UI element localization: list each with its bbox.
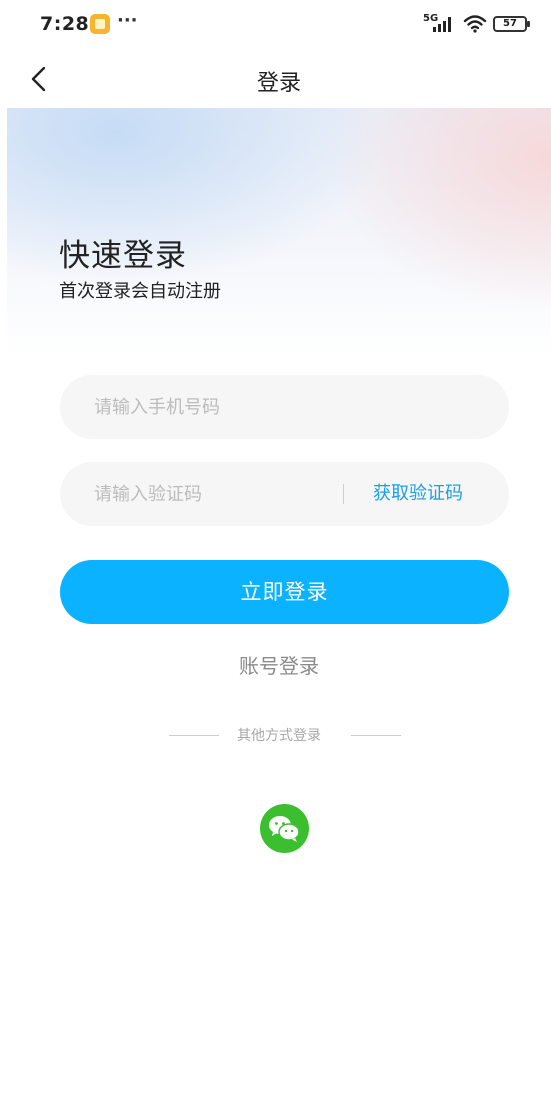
account-login-link[interactable]: 账号登录 xyxy=(7,650,551,679)
hero-subtitle: 首次登录会自动注册 xyxy=(59,281,221,302)
other-login-divider: 其他方式登录 xyxy=(7,725,551,747)
status-bar: 7:28 ··· 5G 57 xyxy=(7,0,551,50)
nav-bar: 登录 xyxy=(7,50,551,108)
hero-title: 快速登录 xyxy=(59,238,187,274)
login-button[interactable]: 立即登录 xyxy=(60,560,509,624)
signal-icon xyxy=(433,17,451,32)
battery-icon: 57 xyxy=(493,16,530,32)
more-notifications-icon: ··· xyxy=(117,10,138,31)
page-title: 登录 xyxy=(256,71,301,96)
phone-input[interactable] xyxy=(94,375,474,439)
wechat-login-button[interactable] xyxy=(260,804,309,853)
status-time: 7:28 xyxy=(40,13,90,35)
notification-app-icon xyxy=(90,14,110,34)
wechat-icon xyxy=(269,816,300,842)
app-screen: 7:28 ··· 5G 57 登录 快速登录 首次登录会自动注册 获取验证码 xyxy=(7,0,551,1108)
verification-code-input[interactable] xyxy=(94,462,334,526)
code-field: 获取验证码 xyxy=(60,462,509,526)
get-code-button[interactable]: 获取验证码 xyxy=(373,462,463,526)
wifi-icon xyxy=(463,15,487,33)
field-divider xyxy=(343,484,344,504)
phone-field xyxy=(60,375,509,439)
divider-line-right xyxy=(351,735,401,736)
other-login-label: 其他方式登录 xyxy=(237,728,321,744)
